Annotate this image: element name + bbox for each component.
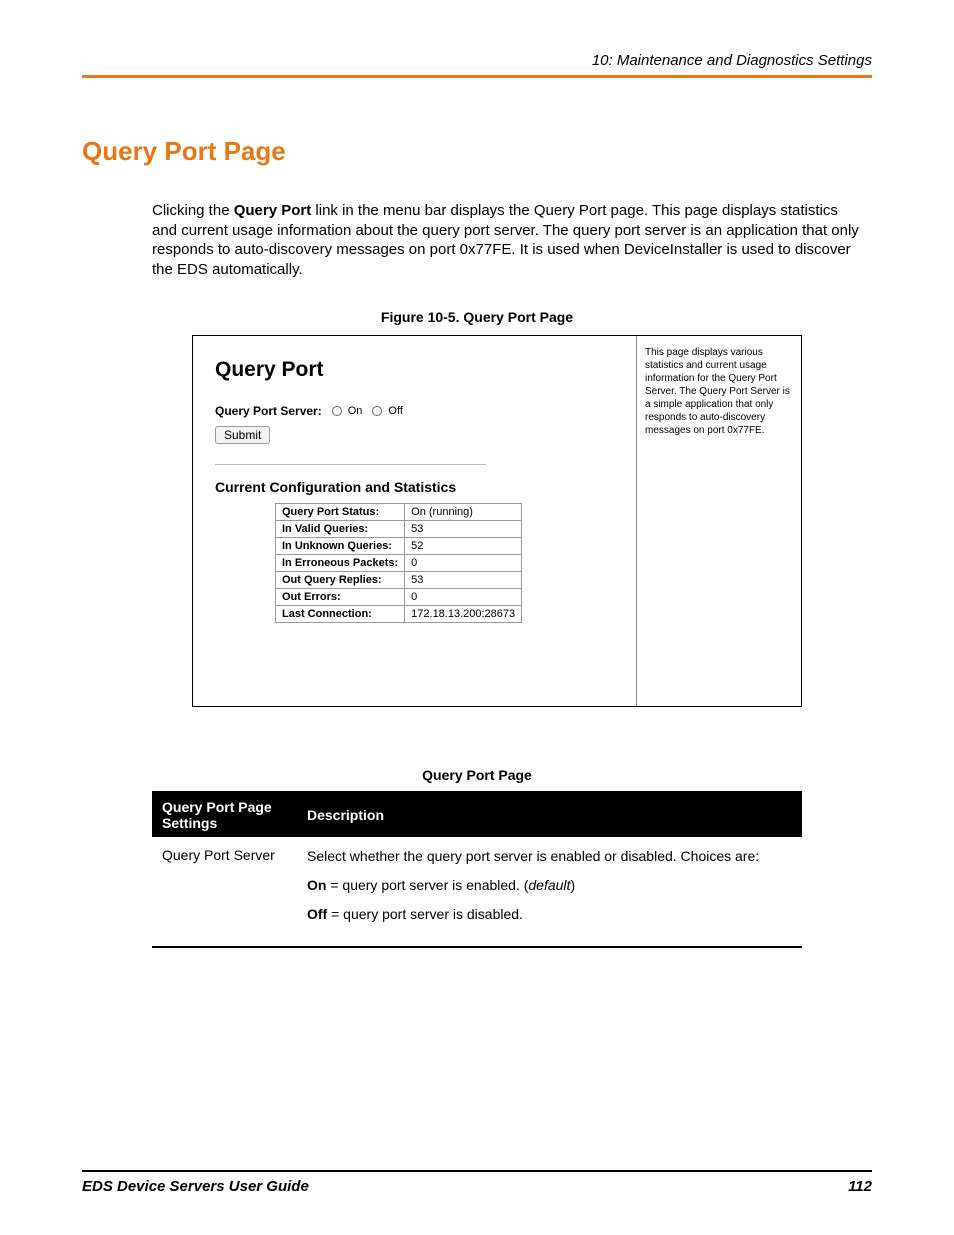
settings-row-desc: Select whether the query port server is … xyxy=(297,837,802,947)
figure-caption: Figure 10-5. Query Port Page xyxy=(82,309,872,325)
figure-frame: Query Port Query Port Server: On Off Sub… xyxy=(192,335,802,707)
stat-key: In Valid Queries: xyxy=(276,521,405,538)
stat-value: 52 xyxy=(405,538,522,555)
page-footer: EDS Device Servers User Guide 112 xyxy=(82,1170,872,1195)
stat-key: In Unknown Queries: xyxy=(276,538,405,555)
radio-on[interactable] xyxy=(332,406,342,416)
radio-off[interactable] xyxy=(372,406,382,416)
desc-off-text: = query port server is disabled. xyxy=(327,906,523,922)
stat-value: 172.18.13.200:28673 xyxy=(405,606,522,623)
stats-table: Query Port Status:On (running) In Valid … xyxy=(275,503,522,623)
settings-col2-header: Description xyxy=(297,792,802,837)
radio-on-label: On xyxy=(348,405,363,417)
table-row: Last Connection:172.18.13.200:28673 xyxy=(276,606,522,623)
stat-key: Out Errors: xyxy=(276,589,405,606)
stat-key: Last Connection: xyxy=(276,606,405,623)
stat-value: On (running) xyxy=(405,504,522,521)
stat-value: 53 xyxy=(405,521,522,538)
intro-bold: Query Port xyxy=(234,202,312,219)
stat-key: Out Query Replies: xyxy=(276,572,405,589)
page-number: 112 xyxy=(848,1178,872,1195)
desc-on: On = query port server is enabled. (defa… xyxy=(307,876,792,895)
table-row: Out Errors:0 xyxy=(276,589,522,606)
radio-off-label: Off xyxy=(388,405,402,417)
stat-key: In Erroneous Packets: xyxy=(276,555,405,572)
table-row: In Unknown Queries:52 xyxy=(276,538,522,555)
table-row: In Erroneous Packets:0 xyxy=(276,555,522,572)
table-row: Query Port Status:On (running) xyxy=(276,504,522,521)
figure-main: Query Port Query Port Server: On Off Sub… xyxy=(193,336,636,706)
settings-table: Query Port Page Settings Description Que… xyxy=(152,791,802,948)
stats-heading: Current Configuration and Statistics xyxy=(215,479,614,495)
stat-value: 53 xyxy=(405,572,522,589)
server-label: Query Port Server: xyxy=(215,404,322,418)
section-heading: Query Port Page xyxy=(82,136,872,167)
desc-intro: Select whether the query port server is … xyxy=(307,847,792,866)
settings-row-label: Query Port Server xyxy=(152,837,297,947)
intro-text-1: Clicking the xyxy=(152,202,234,219)
desc-off-key: Off xyxy=(307,906,327,922)
desc-off: Off = query port server is disabled. xyxy=(307,905,792,924)
desc-on-text: = query port server is enabled. ( xyxy=(326,877,528,893)
stat-key: Query Port Status: xyxy=(276,504,405,521)
settings-caption: Query Port Page xyxy=(82,767,872,783)
intro-paragraph: Clicking the Query Port link in the menu… xyxy=(152,201,862,279)
figure-divider xyxy=(215,464,486,465)
chapter-header: 10: Maintenance and Diagnostics Settings xyxy=(82,52,872,78)
desc-on-end: ) xyxy=(570,877,575,893)
figure-title: Query Port xyxy=(215,358,614,382)
footer-title: EDS Device Servers User Guide xyxy=(82,1178,309,1195)
query-port-server-row: Query Port Server: On Off xyxy=(215,404,614,418)
stat-value: 0 xyxy=(405,555,522,572)
settings-col1-header: Query Port Page Settings xyxy=(152,792,297,837)
figure-side-text: This page displays various statistics an… xyxy=(636,336,801,706)
desc-on-default: default xyxy=(528,877,570,893)
submit-button[interactable]: Submit xyxy=(215,426,270,444)
table-row: Out Query Replies:53 xyxy=(276,572,522,589)
desc-on-key: On xyxy=(307,877,326,893)
table-row: In Valid Queries:53 xyxy=(276,521,522,538)
stat-value: 0 xyxy=(405,589,522,606)
